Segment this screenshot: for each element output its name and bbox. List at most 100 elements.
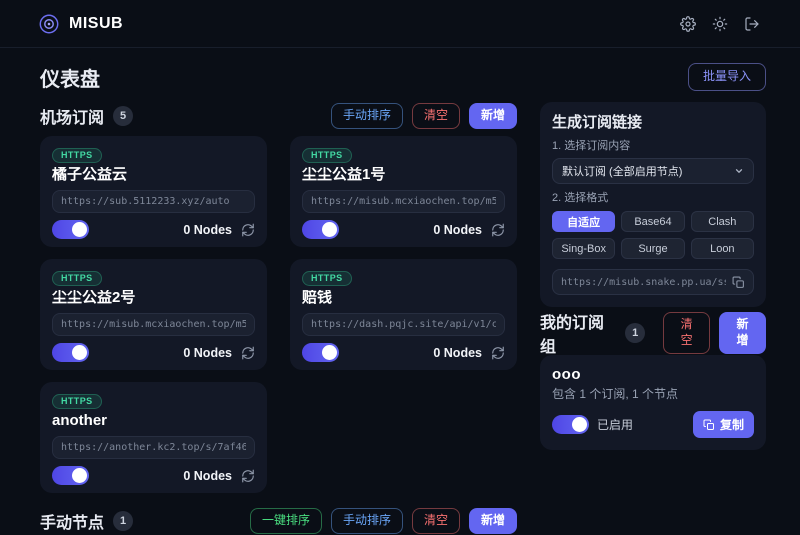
refresh-icon[interactable] — [491, 346, 505, 360]
protocol-badge: HTTPS — [302, 148, 352, 163]
subscription-url-input[interactable] — [302, 190, 505, 213]
copy-icon — [703, 419, 715, 431]
protocol-badge: HTTPS — [52, 148, 102, 163]
card-footer: 0 Nodes — [52, 220, 255, 239]
chevron-down-icon — [734, 166, 744, 176]
card-footer: 0 Nodes — [52, 466, 255, 485]
enable-toggle[interactable] — [52, 466, 89, 485]
enabled-label: 已启用 — [597, 416, 633, 433]
generate-link-title: 生成订阅链接 — [552, 114, 754, 132]
step1-label: 1. 选择订阅内容 — [552, 140, 754, 153]
groups-count-badge: 1 — [625, 323, 645, 343]
add-node-button[interactable]: 新增 — [469, 508, 517, 534]
subscription-name: another — [52, 413, 255, 429]
settings-icon[interactable] — [680, 16, 696, 32]
subscription-name: 橘子公益云 — [52, 167, 255, 183]
manual-nodes-title: 手动节点 — [40, 509, 104, 533]
groups-section-head: 我的订阅组 1 清空 新增 — [540, 319, 766, 347]
manual-sort-button[interactable]: 手动排序 — [331, 103, 403, 129]
manual-nodes-section-head: 手动节点 1 一键排序 手动排序 清空 新增 — [40, 507, 517, 535]
toggle-knob — [322, 345, 337, 360]
generated-link-box: https://misub.snake.pp.ua/ss — [552, 269, 754, 295]
add-subscription-button[interactable]: 新增 — [469, 103, 517, 129]
group-card: ooo 包含 1 个订阅, 1 个节点 已启用 复制 — [540, 355, 766, 450]
generated-link: https://misub.snake.pp.ua/ss — [561, 277, 726, 288]
subscription-card: HTTPS another 0 Nodes — [40, 382, 267, 493]
clear-subscriptions-button[interactable]: 清空 — [412, 103, 460, 129]
format-clash-button[interactable]: Clash — [691, 211, 754, 232]
generate-link-card: 生成订阅链接 1. 选择订阅内容 默认订阅 (全部启用节点) 2. 选择格式 自… — [540, 102, 766, 307]
card-footer: 0 Nodes — [302, 343, 505, 362]
toggle-knob — [322, 222, 337, 237]
one-key-sort-button[interactable]: 一键排序 — [250, 508, 322, 534]
groups-title: 我的订阅组 — [540, 309, 616, 357]
node-count: 0 Nodes — [433, 223, 482, 237]
format-surge-button[interactable]: Surge — [621, 238, 684, 259]
clear-groups-button[interactable]: 清空 — [663, 312, 710, 353]
misub-logo-icon — [38, 13, 60, 35]
subscription-url-input[interactable] — [52, 313, 255, 336]
enable-toggle[interactable] — [302, 343, 339, 362]
group-footer: 已启用 复制 — [552, 411, 754, 438]
toggle-knob — [72, 222, 87, 237]
format-loon-button[interactable]: Loon — [691, 238, 754, 259]
format-base64-button[interactable]: Base64 — [621, 211, 684, 232]
node-count: 0 Nodes — [183, 346, 232, 360]
subscription-url-input[interactable] — [302, 313, 505, 336]
top-bar: MISUB — [0, 0, 800, 48]
subscription-url-input[interactable] — [52, 190, 255, 213]
dashboard-page: 仪表盘 批量导入 机场订阅 5 手动排序 清空 新增 HTTPS 橘子公益云 — [0, 64, 800, 535]
bulk-import-button[interactable]: 批量导入 — [688, 63, 766, 91]
card-footer: 0 Nodes — [302, 220, 505, 239]
format-adaptive-button[interactable]: 自适应 — [552, 211, 615, 232]
copy-group-button[interactable]: 复制 — [693, 411, 754, 438]
manual-sort-nodes-button[interactable]: 手动排序 — [331, 508, 403, 534]
clear-nodes-button[interactable]: 清空 — [412, 508, 460, 534]
theme-sun-icon[interactable] — [712, 16, 728, 32]
refresh-icon[interactable] — [241, 346, 255, 360]
group-summary: 包含 1 个订阅, 1 个节点 — [552, 387, 754, 401]
subscription-content-select[interactable]: 默认订阅 (全部启用节点) — [552, 158, 754, 184]
copy-link-icon[interactable] — [732, 276, 745, 289]
add-group-button[interactable]: 新增 — [719, 312, 766, 353]
content-columns: 机场订阅 5 手动排序 清空 新增 HTTPS 橘子公益云 0 Nodes — [40, 102, 766, 535]
right-column: 生成订阅链接 1. 选择订阅内容 默认订阅 (全部启用节点) 2. 选择格式 自… — [540, 102, 766, 450]
subscription-card: HTTPS 赔钱 0 Nodes — [290, 259, 517, 370]
refresh-icon[interactable] — [491, 223, 505, 237]
enable-toggle[interactable] — [52, 220, 89, 239]
node-count: 0 Nodes — [183, 469, 232, 483]
left-column: 机场订阅 5 手动排序 清空 新增 HTTPS 橘子公益云 0 Nodes — [40, 102, 517, 535]
logout-icon[interactable] — [744, 16, 760, 32]
page-title: 仪表盘 — [40, 63, 100, 92]
format-grid: 自适应 Base64 Clash Sing-Box Surge Loon — [552, 211, 754, 259]
format-singbox-button[interactable]: Sing-Box — [552, 238, 615, 259]
subscription-name: 尘尘公益1号 — [302, 167, 505, 183]
app-logo: MISUB — [38, 13, 123, 35]
enable-toggle[interactable] — [52, 343, 89, 362]
page-head: 仪表盘 批量导入 — [40, 64, 766, 90]
toggle-knob — [72, 345, 87, 360]
subscriptions-section-head: 机场订阅 5 手动排序 清空 新增 — [40, 102, 517, 130]
subscription-card: HTTPS 橘子公益云 0 Nodes — [40, 136, 267, 247]
subscription-url-input[interactable] — [52, 436, 255, 459]
enable-toggle[interactable] — [302, 220, 339, 239]
toggle-knob — [72, 468, 87, 483]
group-name: ooo — [552, 367, 754, 383]
node-count: 0 Nodes — [433, 346, 482, 360]
top-bar-actions — [680, 16, 760, 32]
node-count: 0 Nodes — [183, 223, 232, 237]
refresh-icon[interactable] — [241, 223, 255, 237]
subscriptions-title: 机场订阅 — [40, 104, 104, 128]
subscription-cards-grid: HTTPS 橘子公益云 0 Nodes — [40, 136, 517, 493]
step2-label: 2. 选择格式 — [552, 192, 754, 205]
subscription-name: 赔钱 — [302, 290, 505, 306]
manual-nodes-count-badge: 1 — [113, 511, 133, 531]
subscription-card: HTTPS 尘尘公益2号 0 Nodes — [40, 259, 267, 370]
protocol-badge: HTTPS — [302, 271, 352, 286]
card-footer: 0 Nodes — [52, 343, 255, 362]
protocol-badge: HTTPS — [52, 394, 102, 409]
subscription-name: 尘尘公益2号 — [52, 290, 255, 306]
subscriptions-count-badge: 5 — [113, 106, 133, 126]
refresh-icon[interactable] — [241, 469, 255, 483]
group-enable-toggle[interactable] — [552, 415, 589, 434]
